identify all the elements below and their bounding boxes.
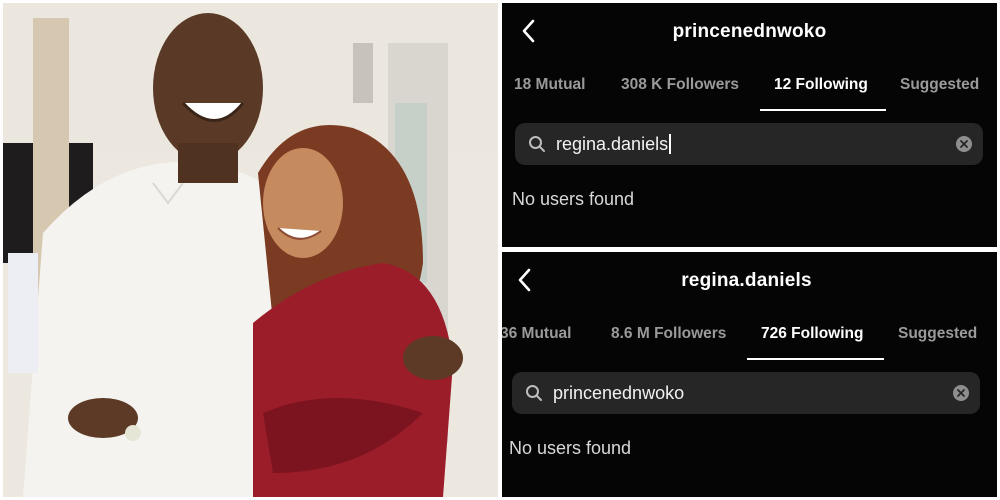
- tab-followers[interactable]: 308 K Followers: [621, 71, 739, 111]
- search-query-text: regina.daniels: [556, 134, 669, 154]
- search-icon: [526, 385, 542, 401]
- tab-mutual[interactable]: 36 Mutual: [502, 320, 571, 360]
- search-query: princenednwoko: [553, 383, 685, 403]
- following-search-panel-top: princenednwoko 18 Mutual 308 K Followers…: [502, 3, 997, 247]
- search-icon: [529, 136, 545, 152]
- active-tab-indicator: [760, 109, 886, 111]
- active-tab-indicator: [747, 358, 884, 360]
- clear-circle-icon[interactable]: [952, 384, 970, 402]
- profile-username: regina.daniels: [681, 270, 812, 291]
- following-search-panel-bottom: regina.daniels 36 Mutual 8.6 M Followers…: [502, 252, 997, 497]
- couple-photo-illustration: [3, 3, 498, 497]
- tab-bar: 36 Mutual 8.6 M Followers 726 Following …: [502, 320, 997, 360]
- tab-suggested[interactable]: Suggested: [900, 71, 979, 111]
- no-results-message: No users found: [509, 438, 632, 458]
- clear-circle-icon[interactable]: [955, 135, 973, 153]
- tab-suggested[interactable]: Suggested: [898, 320, 977, 360]
- tab-mutual[interactable]: 18 Mutual: [514, 71, 585, 111]
- search-query: regina.daniels: [556, 134, 671, 155]
- no-results-message: No users found: [512, 189, 635, 209]
- search-input[interactable]: regina.daniels: [515, 123, 983, 165]
- tab-followers[interactable]: 8.6 M Followers: [611, 320, 726, 360]
- couple-photo: [3, 3, 498, 497]
- tab-following[interactable]: 12 Following: [774, 71, 868, 111]
- tab-bar: 18 Mutual 308 K Followers 12 Following S…: [502, 71, 997, 111]
- tab-following[interactable]: 726 Following: [761, 320, 863, 360]
- text-cursor: [669, 134, 671, 154]
- profile-username: princenednwoko: [672, 21, 827, 42]
- search-input[interactable]: princenednwoko: [512, 372, 980, 414]
